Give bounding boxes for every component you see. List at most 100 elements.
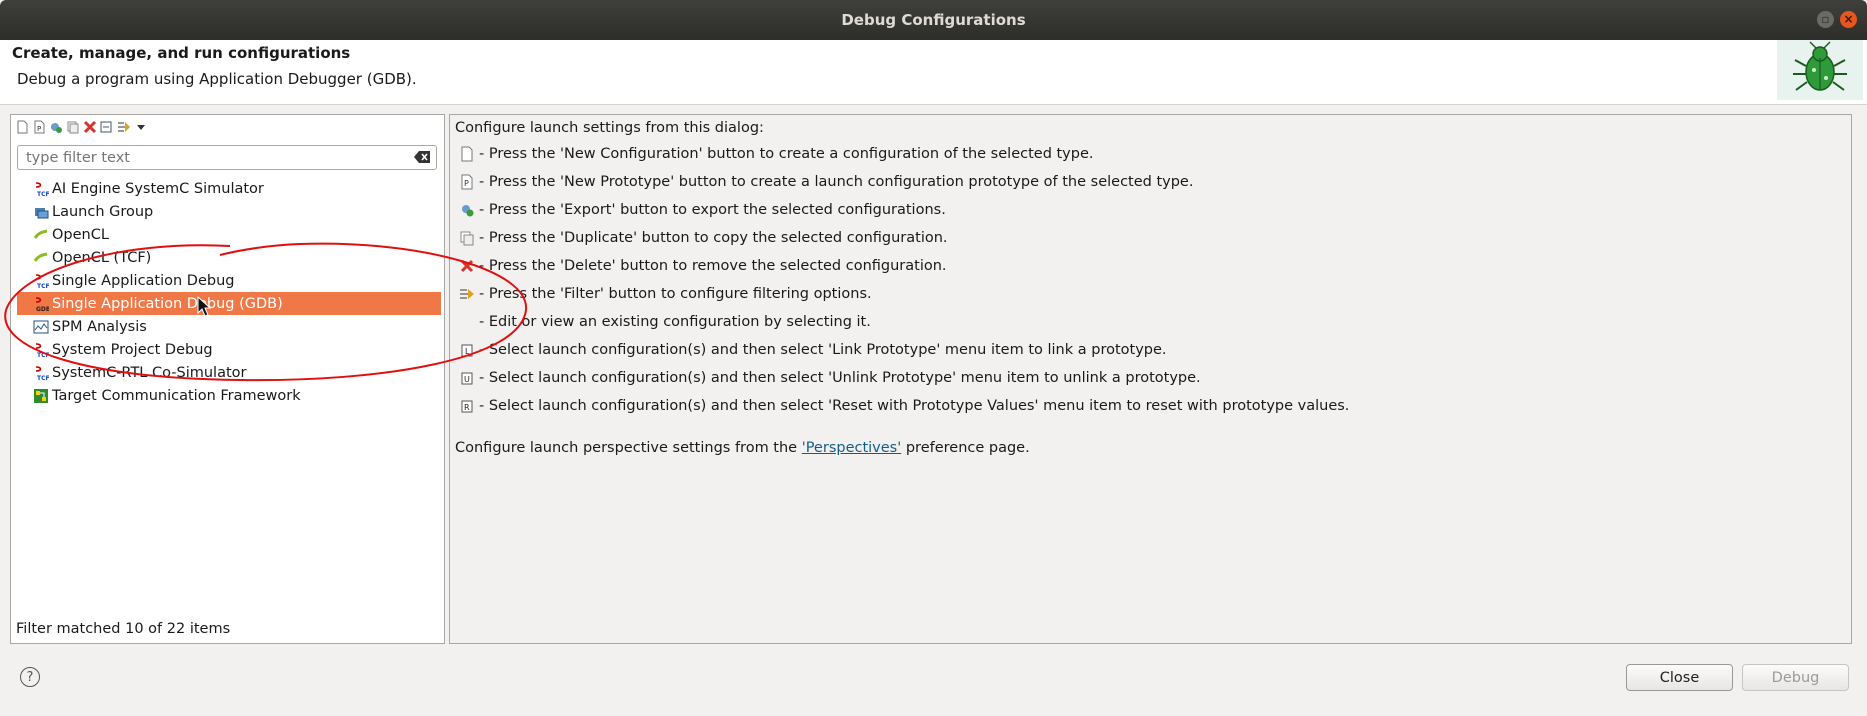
help-row: R - Select launch configuration(s) and t… [459, 392, 1349, 420]
configuration-tree: TCF AI Engine SystemC Simulator Launch G… [17, 177, 441, 407]
tcf-icon: TCF [35, 365, 49, 381]
opencl-icon [33, 229, 48, 239]
tcf-framework-icon [34, 388, 48, 403]
help-button[interactable]: ? [20, 667, 40, 687]
tcf-icon: TCF [35, 181, 49, 197]
debug-configurations-dialog: Debug Configurations ▫ × Create, manage,… [0, 0, 1867, 716]
window-title: Debug Configurations [841, 11, 1026, 29]
help-text: - Select launch configuration(s) and the… [479, 398, 1350, 414]
new-prototype-icon: P [461, 174, 473, 190]
help-text: - Edit or view an existing configuration… [479, 314, 871, 330]
tree-item[interactable]: Launch Group [17, 200, 441, 223]
delete-icon[interactable] [83, 120, 97, 134]
filter-input[interactable] [24, 146, 398, 170]
svg-text:TCF: TCF [37, 191, 49, 197]
info-intro: Configure launch settings from this dial… [455, 120, 764, 136]
new-config-icon [461, 146, 473, 162]
new-config-icon[interactable] [15, 120, 29, 134]
tree-item-label: Launch Group [52, 203, 154, 220]
help-text: - Select launch configuration(s) and the… [479, 342, 1167, 358]
tree-item-label: SystemC-RTL Co-Simulator [52, 364, 247, 381]
window-controls: ▫ × [1817, 11, 1857, 28]
configuration-list-panel: P TCF AI Engine SystemC Simulator Launch… [10, 114, 445, 644]
help-text: - Select launch configuration(s) and the… [479, 370, 1201, 386]
blank-icon [459, 314, 475, 330]
tree-item-label: SPM Analysis [52, 318, 147, 335]
tree-item[interactable]: TCF Single Application Debug [17, 269, 441, 292]
svg-text:TCF: TCF [37, 352, 49, 358]
chevron-down-icon[interactable] [134, 120, 148, 134]
close-button[interactable]: Close [1626, 664, 1733, 691]
delete-icon [460, 259, 474, 273]
tree-item-label: System Project Debug [52, 341, 213, 358]
opencl-icon [33, 252, 48, 262]
svg-text:R: R [464, 403, 470, 412]
mouse-cursor-icon [197, 296, 211, 317]
tree-item-label: Target Communication Framework [52, 387, 301, 404]
debug-bug-icon [1777, 40, 1863, 100]
gdb-icon: GDB [35, 296, 49, 312]
configuration-toolbar: P [15, 117, 148, 137]
svg-text:P: P [37, 125, 41, 133]
tree-item[interactable]: TCF System Project Debug [17, 338, 441, 361]
tree-item-selected[interactable]: GDB Single Application Debug (GDB) [17, 292, 441, 315]
svg-text:U: U [464, 375, 470, 384]
collapse-all-icon[interactable] [100, 120, 114, 134]
filter-icon [460, 289, 474, 299]
help-row: L - Select launch configuration(s) and t… [459, 336, 1349, 364]
help-row: - Press the 'Delete' button to remove th… [459, 252, 1349, 280]
window-close-button[interactable]: × [1840, 11, 1857, 28]
clear-filter-icon[interactable] [414, 151, 430, 163]
new-prototype-icon[interactable]: P [32, 120, 46, 134]
help-text: - Press the 'Duplicate' button to copy t… [479, 230, 948, 246]
help-text: - Press the 'Delete' button to remove th… [479, 258, 947, 274]
help-list: - Press the 'New Configuration' button t… [459, 140, 1349, 420]
tree-item-label: AI Engine SystemC Simulator [52, 180, 264, 197]
filter-icon[interactable] [117, 120, 131, 134]
maximize-button[interactable]: ▫ [1817, 11, 1834, 28]
tcf-icon: TCF [35, 342, 49, 358]
tree-item[interactable]: TCF SystemC-RTL Co-Simulator [17, 361, 441, 384]
debug-button[interactable]: Debug [1742, 664, 1849, 691]
header-subtitle: Debug a program using Application Debugg… [17, 70, 417, 88]
duplicate-icon [460, 231, 474, 246]
help-text: - Press the 'Export' button to export th… [479, 202, 946, 218]
tree-item[interactable]: OpenCL (TCF) [17, 246, 441, 269]
tree-item[interactable]: OpenCL [17, 223, 441, 246]
help-text: - Press the 'New Configuration' button t… [479, 146, 1094, 162]
link-prototype-icon: L [461, 344, 473, 357]
tree-item-label: Single Application Debug (GDB) [52, 295, 283, 312]
perspectives-link[interactable]: 'Perspectives' [802, 440, 902, 456]
tcf-icon: TCF [35, 273, 49, 289]
svg-text:TCF: TCF [37, 375, 49, 381]
launch-group-icon [35, 207, 49, 218]
tree-item[interactable]: SPM Analysis [17, 315, 441, 338]
tree-item-label: OpenCL [52, 226, 109, 243]
svg-text:P: P [464, 179, 469, 188]
help-row: - Edit or view an existing configuration… [459, 308, 1349, 336]
svg-text:L: L [465, 347, 470, 356]
unlink-prototype-icon: U [461, 372, 473, 385]
tree-item[interactable]: Target Communication Framework [17, 384, 441, 407]
help-row: - Press the 'New Configuration' button t… [459, 140, 1349, 168]
header-title: Create, manage, and run configurations [12, 44, 351, 62]
help-row: - Press the 'Export' button to export th… [459, 196, 1349, 224]
perspective-note: Configure launch perspective settings fr… [455, 440, 1030, 456]
filter-input-box[interactable] [17, 145, 437, 170]
perspective-text-before: Configure launch perspective settings fr… [455, 440, 802, 456]
info-panel: Configure launch settings from this dial… [449, 114, 1852, 644]
tree-item[interactable]: TCF AI Engine SystemC Simulator [17, 177, 441, 200]
svg-text:TCF: TCF [37, 283, 49, 289]
perspective-text-after: preference page. [901, 440, 1030, 456]
reset-prototype-icon: R [461, 400, 473, 413]
duplicate-icon[interactable] [66, 120, 80, 134]
title-bar: Debug Configurations ▫ × [0, 0, 1867, 40]
spm-icon [33, 320, 49, 333]
svg-text:GDB: GDB [36, 306, 49, 312]
help-row: - Press the 'Filter' button to configure… [459, 280, 1349, 308]
help-row: P - Press the 'New Prototype' button to … [459, 168, 1349, 196]
help-row: U - Select launch configuration(s) and t… [459, 364, 1349, 392]
export-icon[interactable] [49, 120, 63, 134]
tree-item-label: Single Application Debug [52, 272, 235, 289]
help-text: - Press the 'Filter' button to configure… [479, 286, 872, 302]
